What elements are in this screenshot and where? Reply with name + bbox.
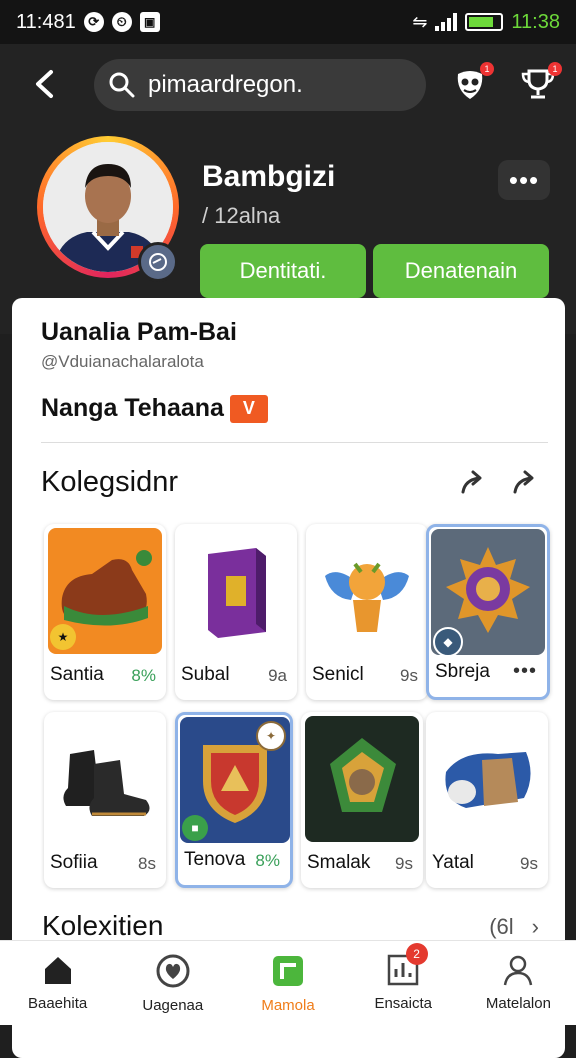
item-count: 9s [400, 666, 418, 685]
winged-creature-icon [325, 562, 409, 632]
vibrate-icon: ⇋ [412, 11, 428, 32]
status-time-left: 11:481 [16, 10, 76, 33]
second-collection-title: Kolexitien [42, 910, 164, 941]
emblem-icon: ✦ [256, 721, 286, 751]
collection-item[interactable]: Subal 9a [175, 524, 297, 700]
collection-item[interactable]: Yatal 9s [426, 712, 548, 888]
rarity-icon: ■ [182, 815, 208, 841]
back-button[interactable] [26, 66, 62, 102]
item-image [430, 716, 544, 842]
nav-label: Uagenaa [142, 997, 204, 1014]
gem-creature-icon [330, 738, 396, 812]
divider [41, 442, 548, 443]
boots-icon [63, 750, 150, 816]
more-options-button[interactable]: ••• [498, 160, 550, 200]
item-name: Sofiia [50, 852, 98, 873]
signal-icon [435, 13, 458, 31]
tag-badge: V [229, 394, 268, 423]
search-input[interactable] [146, 70, 400, 100]
activity-badge: 2 [405, 943, 428, 965]
item-name: Santia [50, 664, 104, 685]
nav-item-activity[interactable]: 2 Ensaicta [346, 941, 461, 1025]
item-more-icon[interactable]: ••• [513, 660, 537, 683]
home-icon [44, 957, 71, 984]
nav-item-collection[interactable]: Mamola [230, 941, 345, 1025]
second-collection-actions: (6l › [489, 914, 539, 940]
book-icon [208, 548, 266, 638]
tagline: Nanga Tehaana V [41, 394, 268, 423]
sync-icon: ⟳ [83, 12, 104, 32]
nav-label: Mamola [261, 997, 315, 1014]
heart-circle-icon [156, 954, 190, 988]
rarity-icon: ◆ [433, 627, 463, 657]
item-name: Senicl [312, 664, 364, 685]
nav-label: Matelalon [485, 995, 551, 1012]
person-icon [504, 955, 533, 986]
item-count: 9s [520, 854, 538, 873]
search-icon [109, 72, 135, 98]
item-image [179, 528, 293, 654]
nav-label: Ensaicta [374, 995, 432, 1012]
item-name: Smalak [307, 852, 371, 873]
item-image [48, 716, 162, 842]
notification-badge: 1 [480, 62, 494, 76]
status-bar: 11:481 ⟳ ⏲ ▣ ⇋ 11:38 [0, 0, 576, 44]
bottom-navigation: Baaehita Uagenaa Mamola 2 Ensaicta Matel… [0, 940, 576, 1025]
item-count: 8% [255, 851, 280, 870]
collection-actions [457, 468, 539, 498]
status-right: ⇋ 11:38 [412, 11, 560, 34]
secondary-action-button[interactable]: Denatenain [373, 244, 549, 298]
second-collection-label: (6l [489, 914, 514, 939]
display-name: Uanalia Pam-Bai [41, 318, 237, 346]
collection-icon [273, 956, 303, 986]
status-time-right: 11:38 [511, 10, 560, 33]
item-image [305, 716, 419, 842]
share-icon[interactable] [457, 468, 487, 498]
item-count: 9a [268, 666, 287, 685]
profile-name: Bambgizi [202, 160, 336, 193]
chevron-right-icon[interactable]: › [532, 914, 539, 940]
tagline-text: Nanga Tehaana [41, 394, 224, 422]
chevron-left-icon [36, 70, 53, 98]
item-count: 8% [131, 666, 156, 685]
collection-item[interactable]: Smalak 9s [301, 712, 423, 888]
link-icon [149, 253, 167, 271]
collection-item[interactable]: ★ Santia 8% [44, 524, 166, 700]
primary-action-button[interactable]: Dentitati. [200, 244, 366, 298]
battery-icon [465, 13, 504, 31]
search-bar[interactable] [94, 59, 426, 111]
notifications-button[interactable]: 1 [450, 62, 494, 104]
item-name: Yatal [432, 852, 474, 873]
trophy-badge: 1 [548, 62, 562, 76]
armor-icon [445, 752, 531, 808]
item-image [310, 528, 424, 654]
item-name: Tenova [184, 849, 246, 870]
collection-item-selected[interactable]: ■ ✦ Tenova 8% [175, 712, 293, 888]
nav-item-profile[interactable]: Matelalon [461, 941, 576, 1025]
media-icon: ▣ [139, 12, 160, 32]
item-count: 9s [395, 854, 413, 873]
collection-item[interactable]: Sofiia 8s [44, 712, 166, 888]
item-name: Subal [181, 664, 230, 685]
status-left: 11:481 ⟳ ⏲ ▣ [16, 11, 160, 34]
item-name: Sbreja [435, 661, 490, 682]
nav-label: Baaehita [27, 995, 88, 1012]
verified-badge [138, 242, 178, 282]
nav-item-home[interactable]: Baaehita [0, 941, 115, 1025]
item-count: 8s [138, 854, 156, 873]
profile-subtitle: / 12alna [202, 203, 281, 228]
collection-title: Kolegsidnr [41, 466, 179, 498]
user-handle: @Vduianachalaralota [41, 352, 204, 371]
rarity-icon: ★ [50, 624, 76, 650]
nav-item-messages[interactable]: Uagenaa [115, 941, 230, 1025]
collection-item[interactable]: Senicl 9s [306, 524, 428, 700]
forward-icon[interactable] [509, 468, 539, 498]
trophy-button[interactable]: 1 [518, 62, 562, 104]
alarm-icon: ⏲ [111, 12, 132, 32]
collection-item-selected[interactable]: ◆ Sbreja ••• [426, 524, 550, 700]
